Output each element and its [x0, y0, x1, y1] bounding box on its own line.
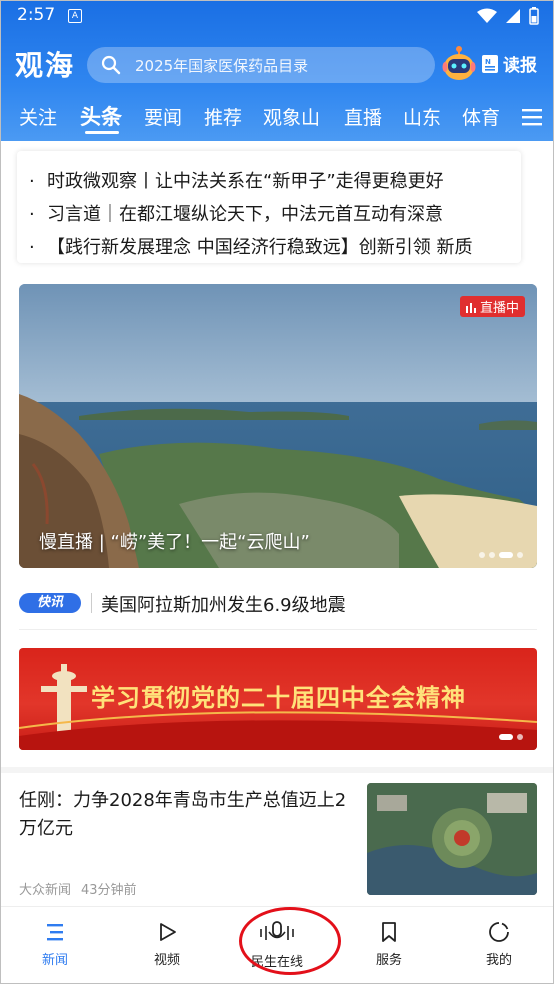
section-divider [1, 767, 553, 773]
divider [91, 593, 92, 613]
tab-news[interactable]: 新闻 [15, 921, 95, 968]
tab-tiyu[interactable]: 体育 [462, 103, 500, 130]
flash-news-badge: 快讯 [19, 593, 81, 613]
carousel-indicator [499, 734, 523, 740]
tab-toutiao[interactable]: 头条 [80, 101, 122, 131]
tab-service[interactable]: 服务 [349, 921, 429, 968]
article-meta: 大众新闻 43分钟前 [19, 879, 137, 898]
channel-menu-icon[interactable] [521, 107, 543, 127]
flash-news-row[interactable]: 快讯 美国阿拉斯加州发生6.9级地震 [19, 589, 537, 619]
carousel-indicator [479, 552, 523, 558]
wifi-icon [477, 8, 497, 23]
tab-label: 服务 [375, 953, 402, 968]
hero-caption: 慢直播 | “崂”美了！一起“云爬山” [39, 532, 310, 553]
header: 2:57 A 观海 2025年国家医保药品目录 N 读报 关注 头条 要闻 推荐… [1, 1, 553, 141]
app-logo: 观海 [15, 49, 76, 82]
tab-mine[interactable]: 我的 [459, 921, 539, 968]
promo-banner[interactable]: 学习贯彻党的二十届四中全会精神 [19, 648, 537, 750]
battery-icon [529, 7, 539, 25]
headline-list: · 时政微观察丨让中法关系在“新甲子”走得更稳更好 · 习言道｜在都江堰纵论天下，中… [17, 151, 521, 263]
search-icon [101, 55, 121, 75]
headline-item[interactable]: · 习言道｜在都江堰纵论天下，中法元首互动有深意 [29, 200, 513, 226]
coastline-landscape-image [19, 284, 537, 568]
banner-title: 学习贯彻党的二十届四中全会精神 [91, 683, 466, 712]
notification-icon: A [68, 9, 82, 23]
tab-video[interactable]: 视频 [127, 921, 207, 968]
live-bars-icon [465, 303, 476, 313]
bookmark-icon [382, 922, 396, 942]
read-label: 读报 [503, 56, 537, 76]
search-bar[interactable]: 2025年国家医保药品目录 [87, 47, 435, 83]
live-hero-card[interactable]: 直播中 慢直播 | “崂”美了！一起“云爬山” [19, 284, 537, 568]
article-title[interactable]: 任刚：力争2028年青岛市生产总值迈上2万亿元 [19, 787, 355, 843]
tab-zhibo[interactable]: 直播 [344, 103, 382, 130]
status-icons [477, 7, 539, 25]
divider [19, 629, 537, 630]
red-annotation-circle [239, 907, 341, 975]
active-tab-underline [85, 131, 119, 134]
profile-ring-icon [489, 922, 509, 942]
article-thumbnail[interactable] [367, 783, 537, 895]
newspaper-icon: N [482, 54, 498, 73]
tab-tuijian[interactable]: 推荐 [204, 103, 242, 130]
read-newspaper-button[interactable]: N 读报 [481, 51, 537, 76]
tab-guanxiangshan[interactable]: 观象山 [263, 103, 320, 130]
flash-news-text: 美国阿拉斯加州发生6.9级地震 [101, 595, 346, 616]
tab-guanzhu[interactable]: 关注 [19, 103, 57, 130]
status-bar: 2:57 A [1, 1, 553, 31]
headline-item[interactable]: · 时政微观察丨让中法关系在“新甲子”走得更稳更好 [29, 167, 513, 193]
article-time: 43分钟前 [81, 883, 137, 898]
live-badge: 直播中 [459, 296, 525, 317]
news-icon [47, 924, 63, 941]
signal-icon [506, 9, 520, 23]
app-screen: 2:57 A 观海 2025年国家医保药品目录 N 读报 关注 头条 要闻 推荐… [0, 0, 554, 984]
channel-tabs: 关注 头条 要闻 推荐 观象山 直播 山东 体育 [1, 99, 553, 135]
search-placeholder: 2025年国家医保药品目录 [135, 57, 309, 75]
tab-shandong[interactable]: 山东 [403, 103, 441, 130]
article-source: 大众新闻 [19, 883, 72, 898]
play-icon [160, 923, 176, 941]
headline-item[interactable]: · 【践行新发展理念 中国经济行稳致远】创新引领 新质 [29, 233, 513, 259]
tab-yaowen[interactable]: 要闻 [144, 103, 182, 130]
tab-label: 我的 [485, 953, 512, 968]
city-aerial-image [367, 783, 537, 895]
tab-label: 新闻 [41, 953, 68, 968]
status-time: 2:57 [17, 5, 56, 25]
assistant-robot-icon[interactable] [441, 45, 477, 83]
svg-text:N: N [485, 58, 491, 66]
tab-label: 视频 [153, 953, 180, 968]
